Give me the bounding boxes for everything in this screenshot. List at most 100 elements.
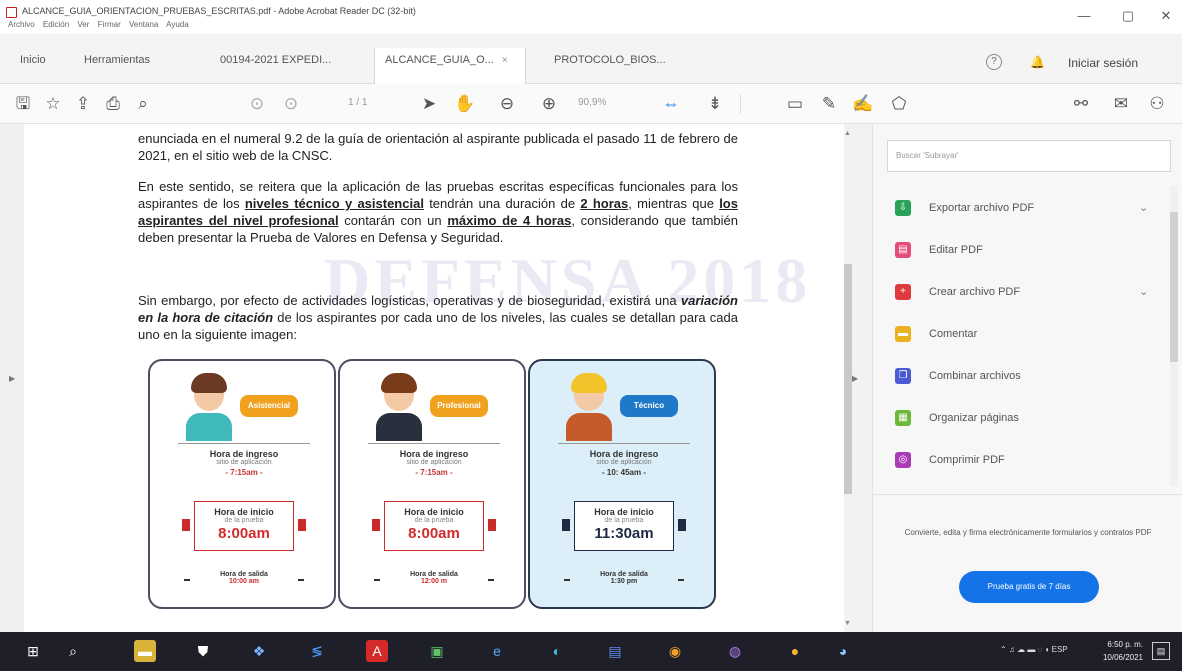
messenger-icon[interactable]: ◍	[724, 640, 746, 662]
hand-tool-icon[interactable]: ✋	[454, 93, 476, 115]
menu-bar: Archivo Edición Ver Firmar Ventana Ayuda	[8, 20, 195, 29]
chevron-down-icon[interactable]: ⌄	[1139, 285, 1148, 298]
upload-icon[interactable]: ⇪	[72, 93, 94, 115]
store-icon[interactable]: ⛊	[192, 640, 214, 662]
chrome-icon[interactable]: ◉	[664, 640, 686, 662]
save-icon[interactable]: 🖫	[12, 93, 34, 115]
bookmark-star-icon[interactable]: ☆	[42, 93, 64, 115]
language-indicator[interactable]: ESP	[1052, 645, 1068, 654]
ingreso-sub: sitio de aplicación	[216, 459, 272, 466]
title-bar: ALCANCE_GUIA_ORIENTACION_PRUEBAS_ESCRITA…	[0, 0, 1182, 34]
page-indicator[interactable]: 1 / 1	[348, 97, 367, 108]
search-icon[interactable]: ⌕	[62, 640, 84, 662]
menu-ver[interactable]: Ver	[77, 20, 89, 29]
tab-inicio[interactable]: Inicio	[20, 48, 46, 74]
ingreso-block: Hora de ingreso sitio de aplicación - 7:…	[180, 449, 308, 477]
scroll-up-icon[interactable]: ▲	[844, 130, 851, 137]
inicio-sub: de la prueba	[224, 517, 264, 524]
edge-legacy-icon[interactable]: e	[486, 640, 508, 662]
system-tray[interactable]: ⌃ ♫ ☁ ▬ ◌ ◖ ESP	[1000, 645, 1068, 654]
tools-pane: Buscar 'Subrayar' ⇩ Exportar archivo PDF…	[872, 124, 1182, 632]
share-user-icon[interactable]: ⚇	[1146, 93, 1168, 115]
create-pdf-icon: +	[895, 284, 911, 300]
scrollbar-thumb[interactable]	[844, 264, 852, 494]
zoom-in-icon[interactable]: ⊕	[538, 93, 560, 115]
help-icon[interactable]: ?	[986, 54, 1002, 70]
export-pdf-icon: ⇩	[895, 200, 911, 216]
tools-search-input[interactable]: Buscar 'Subrayar'	[887, 140, 1171, 172]
previous-page-icon[interactable]: ⊙	[246, 93, 268, 115]
tool-edit-pdf[interactable]: ▤ Editar PDF	[895, 240, 1155, 264]
word-icon[interactable]: ▤	[604, 640, 626, 662]
tab-alcance-guia[interactable]: ALCANCE_GUIA_O... ×	[374, 48, 526, 84]
find-icon[interactable]: ⌕	[132, 93, 154, 115]
tool-comment[interactable]: ▬ Comentar	[895, 324, 1155, 348]
signin-link[interactable]: Iniciar sesión	[1068, 56, 1138, 70]
salida-time: 1:30 pm	[610, 578, 638, 585]
share-link-icon[interactable]: ⚯	[1070, 93, 1092, 115]
ingreso-sub: sitio de aplicación	[406, 459, 462, 466]
acrobat-taskbar-icon[interactable]: A	[366, 640, 388, 662]
scroll-mode-icon[interactable]: ⇟	[704, 93, 726, 115]
windows-start-icon[interactable]: ⊞	[22, 640, 44, 662]
tool-create-pdf[interactable]: + Crear archivo PDF ⌄	[895, 282, 1155, 306]
zoom-level[interactable]: 90,9%	[578, 97, 606, 108]
stamp-icon[interactable]: ⬠	[888, 93, 910, 115]
menu-archivo[interactable]: Archivo	[8, 20, 35, 29]
notifications-icon[interactable]: ▤	[1152, 642, 1170, 660]
man-suit-avatar-icon	[374, 373, 424, 441]
worker-hardhat-avatar-icon	[564, 373, 614, 441]
menu-ayuda[interactable]: Ayuda	[166, 20, 189, 29]
clock-date: 10/06/2021	[1102, 653, 1143, 662]
tool-combine-files[interactable]: ❐ Combinar archivos	[895, 366, 1155, 390]
close-button[interactable]: ✕	[1156, 8, 1176, 24]
tool-organize-pages[interactable]: ▦ Organizar páginas	[895, 408, 1155, 432]
edge-icon[interactable]: ◐	[546, 640, 568, 662]
tab-herramientas[interactable]: Herramientas	[84, 48, 150, 74]
inicio-label: Hora de inicio	[214, 507, 274, 517]
tab-bar: Inicio Herramientas 00194-2021 EXPEDI...…	[0, 34, 1182, 84]
free-trial-button[interactable]: Prueba gratis de 7 días	[959, 571, 1099, 603]
tab-protocolo[interactable]: PROTOCOLO_BIOS...	[554, 48, 666, 74]
chevron-down-icon[interactable]: ⌄	[1139, 201, 1148, 214]
vscode-icon[interactable]: ≶	[306, 640, 328, 662]
print-icon[interactable]: ⎙	[102, 93, 124, 115]
panel-divider	[873, 494, 1182, 495]
zoom-out-icon[interactable]: ⊖	[496, 93, 518, 115]
help-app-icon[interactable]: ◕	[832, 640, 854, 662]
bell-icon[interactable]: 🔔	[1030, 55, 1045, 69]
excel-icon[interactable]: ▣	[426, 640, 448, 662]
p2-text-3: , mientras que	[628, 196, 720, 211]
select-cursor-icon[interactable]: ➤	[418, 93, 440, 115]
organize-pages-icon: ▦	[895, 410, 911, 426]
file-explorer-icon[interactable]: ▬	[134, 640, 156, 662]
badge-tecnico: Técnico	[620, 395, 678, 417]
close-tab-icon[interactable]: ×	[502, 55, 508, 66]
tab-expediente[interactable]: 00194-2021 EXPEDI...	[220, 48, 331, 74]
menu-ventana[interactable]: Ventana	[129, 20, 158, 29]
dropbox-icon[interactable]: ❖	[248, 640, 270, 662]
scroll-down-icon[interactable]: ▼	[844, 620, 851, 627]
ingreso-block: Hora de ingreso sitio de aplicación - 10…	[560, 449, 688, 477]
acrobat-icon	[6, 7, 17, 18]
left-navigation-rail: ▶	[0, 124, 24, 632]
fit-page-icon[interactable]: ⇔	[660, 93, 682, 115]
sign-icon[interactable]: ✍	[852, 93, 874, 115]
minimize-button[interactable]: —	[1074, 8, 1094, 23]
email-icon[interactable]: ✉	[1110, 93, 1132, 115]
tool-compress-pdf[interactable]: ◎ Comprimir PDF	[895, 450, 1155, 474]
clock[interactable]: 6:50 p. m. 10/06/2021	[1097, 638, 1143, 664]
app-icon[interactable]: ●	[784, 640, 806, 662]
next-page-icon[interactable]: ⊙	[280, 93, 302, 115]
menu-edicion[interactable]: Edición	[43, 20, 69, 29]
menu-firmar[interactable]: Firmar	[98, 20, 121, 29]
expand-left-pane-icon[interactable]: ▶	[9, 374, 15, 383]
tool-export-pdf[interactable]: ⇩ Exportar archivo PDF ⌄	[895, 198, 1155, 222]
highlight-pen-icon[interactable]: ✎	[818, 93, 840, 115]
tools-scrollbar-thumb[interactable]	[1170, 212, 1178, 362]
maximize-button[interactable]: ▢	[1118, 8, 1138, 24]
salida-label: Hora de salida	[220, 571, 268, 578]
decor-block	[182, 519, 190, 531]
collapse-right-pane-icon[interactable]: ▶	[852, 374, 858, 383]
comment-icon[interactable]: ▭	[784, 93, 806, 115]
